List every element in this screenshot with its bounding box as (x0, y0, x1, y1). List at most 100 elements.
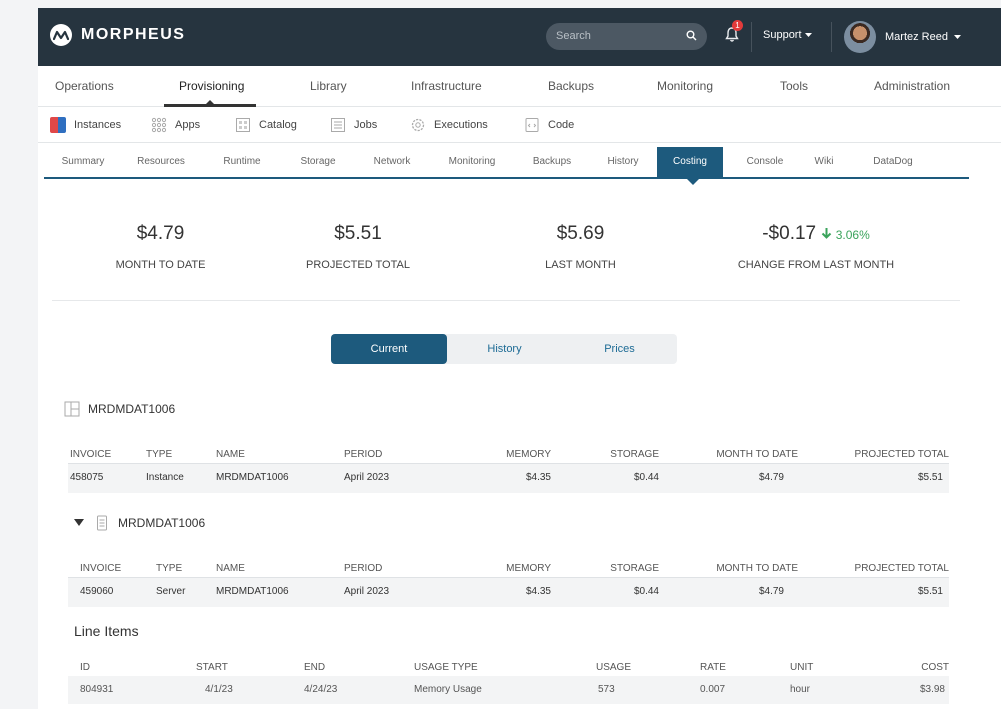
brand-name: MORPHEUS (81, 26, 186, 43)
tab-backups[interactable]: Backups (522, 147, 582, 177)
subnav-label: Jobs (354, 119, 378, 131)
segment-history[interactable]: History (447, 334, 562, 364)
table-row: 804931 4/1/23 4/24/23 Memory Usage 573 0… (68, 676, 949, 704)
tab-costing[interactable]: Costing (657, 147, 723, 177)
line-items-title: Line Items (74, 623, 139, 639)
user-name: Martez Reed (885, 31, 948, 43)
arrow-down-icon (822, 228, 832, 239)
invoice-link[interactable]: 458075 (70, 472, 103, 483)
change-percent: 3.06% (821, 228, 870, 242)
line-item-end: 4/24/23 (304, 684, 338, 695)
segment-current[interactable]: Current (331, 334, 447, 364)
nav-backups[interactable]: Backups (548, 79, 594, 93)
sub-nav: Instances Apps Catalog Jobs Executions C… (38, 107, 1001, 143)
stat-value: -$0.17 3.06% (706, 223, 926, 245)
column-header: MONTH TO DATE (716, 563, 798, 574)
server-name-link[interactable]: MRDMDAT1006 (216, 586, 289, 597)
line-item-id: 804931 (80, 684, 114, 695)
subnav-label: Code (548, 119, 575, 131)
column-header: TYPE (156, 563, 183, 574)
subnav-catalog[interactable]: Catalog (235, 117, 297, 133)
nav-administration[interactable]: Administration (874, 79, 950, 93)
row-type: Instance (146, 472, 184, 483)
line-item-rate: 0.007 (700, 684, 726, 695)
apps-grid-icon (151, 117, 167, 133)
tab-runtime[interactable]: Runtime (212, 147, 272, 177)
column-header: NAME (216, 449, 245, 460)
column-header: INVOICE (70, 449, 112, 460)
active-tab-caret (687, 179, 699, 185)
row-month-to-date: $4.79 (758, 472, 784, 483)
column-header: MEMORY (506, 563, 551, 574)
stat-label: PROJECTED TOTAL (306, 259, 410, 271)
active-nav-caret (205, 100, 215, 105)
subnav-label: Catalog (259, 119, 297, 131)
column-header: TYPE (146, 449, 173, 460)
instances-icon (50, 117, 66, 133)
search-icon[interactable] (686, 30, 697, 44)
column-header: PROJECTED TOTAL (854, 563, 949, 574)
nav-library[interactable]: Library (310, 79, 347, 93)
subnav-label: Instances (74, 119, 122, 131)
line-items-header: ID START END USAGE TYPE USAGE RATE UNIT … (68, 648, 949, 677)
catalog-icon (236, 118, 250, 132)
subnav-jobs[interactable]: Jobs (330, 117, 377, 133)
subnav-executions[interactable]: Executions (410, 117, 488, 133)
stat-value: $4.79 (136, 223, 185, 244)
column-header: PERIOD (344, 449, 383, 460)
app-window: MORPHEUS 1 Support Martez Reed Operation… (38, 8, 1001, 709)
nav-tools[interactable]: Tools (780, 79, 808, 93)
tab-resources[interactable]: Resources (131, 147, 191, 177)
support-label: Support (763, 29, 802, 41)
tab-monitoring[interactable]: Monitoring (437, 147, 507, 177)
invoice-link[interactable]: 459060 (80, 586, 113, 597)
tab-storage[interactable]: Storage (288, 147, 348, 177)
nav-monitoring[interactable]: Monitoring (657, 79, 713, 93)
instance-section-title: MRDMDAT1006 (64, 401, 175, 417)
tab-console[interactable]: Console (737, 147, 793, 177)
main-nav: Operations Provisioning Library Infrastr… (38, 66, 1001, 107)
morpheus-logo-icon (50, 24, 72, 46)
support-menu[interactable]: Support (763, 29, 812, 41)
server-icon (97, 515, 107, 531)
table-header: INVOICE TYPE NAME PERIOD MEMORY STORAGE … (68, 549, 949, 578)
tab-network[interactable]: Network (362, 147, 422, 177)
table-header: INVOICE TYPE NAME PERIOD MEMORY STORAGE … (68, 435, 949, 464)
tab-summary[interactable]: Summary (53, 147, 113, 177)
nav-infrastructure[interactable]: Infrastructure (411, 79, 482, 93)
divider (52, 300, 960, 301)
subnav-label: Executions (434, 119, 488, 131)
search-input[interactable] (556, 28, 676, 44)
subnav-apps[interactable]: Apps (151, 117, 200, 133)
row-memory: $4.35 (525, 586, 551, 597)
notifications-button[interactable]: 1 (724, 20, 743, 44)
nav-provisioning[interactable]: Provisioning (179, 79, 244, 93)
column-header: STORAGE (610, 563, 659, 574)
tab-datadog[interactable]: DataDog (863, 147, 923, 177)
column-header: INVOICE (80, 563, 122, 574)
instance-name-link[interactable]: MRDMDAT1006 (216, 472, 289, 483)
column-header: MONTH TO DATE (716, 449, 798, 460)
table-row: 458075 Instance MRDMDAT1006 April 2023 $… (68, 464, 949, 493)
column-header: NAME (216, 563, 245, 574)
user-menu[interactable]: Martez Reed (844, 21, 961, 53)
column-header: MEMORY (506, 449, 551, 460)
notification-badge: 1 (732, 20, 743, 31)
nav-operations[interactable]: Operations (55, 79, 114, 93)
subnav-instances[interactable]: Instances (50, 117, 121, 133)
change-percent-value: 3.06% (835, 228, 870, 242)
instance-tabs: Summary Resources Runtime Storage Networ… (44, 147, 969, 185)
subnav-code[interactable]: Code (524, 117, 574, 133)
tab-wiki[interactable]: Wiki (804, 147, 844, 177)
row-period: April 2023 (344, 586, 390, 597)
search-box[interactable] (546, 23, 707, 50)
segment-prices[interactable]: Prices (562, 334, 677, 364)
brand-logo[interactable]: MORPHEUS (50, 24, 185, 46)
avatar (844, 21, 876, 53)
row-storage: $0.44 (633, 586, 659, 597)
tab-history[interactable]: History (597, 147, 649, 177)
column-header: USAGE (596, 662, 632, 673)
executions-gear-icon (411, 118, 425, 132)
collapse-caret-icon[interactable] (74, 519, 84, 527)
chevron-down-icon (953, 34, 961, 39)
